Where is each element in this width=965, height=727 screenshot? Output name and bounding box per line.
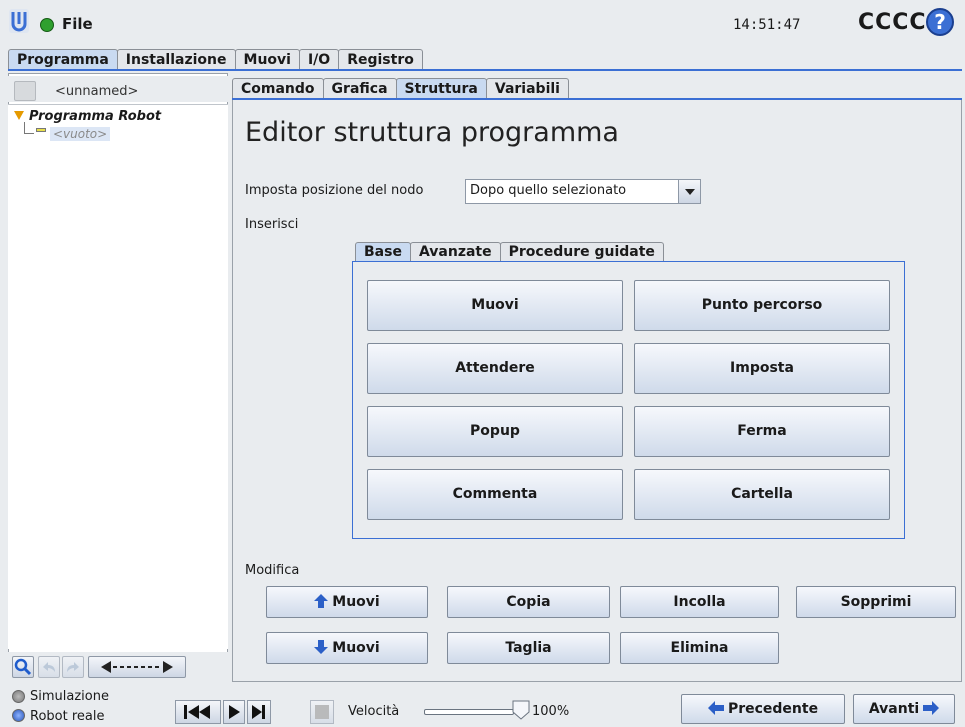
real-robot-radio[interactable] xyxy=(12,709,25,722)
tab-underline xyxy=(8,69,962,71)
insert-tabs: Base Avanzate Procedure guidate xyxy=(355,242,664,262)
program-tree[interactable] xyxy=(8,104,228,649)
tab-struttura[interactable]: Struttura xyxy=(395,78,487,99)
insert-folder-button[interactable]: Cartella xyxy=(634,469,890,520)
next-button[interactable]: Avanti xyxy=(853,694,955,724)
paste-button[interactable]: Incolla xyxy=(620,586,779,618)
tree-root-node[interactable]: Programma Robot xyxy=(29,109,161,124)
arrow-up-icon xyxy=(314,594,329,608)
move-down-label: Muovi xyxy=(332,640,380,656)
node-position-label: Imposta posizione del nodo xyxy=(245,183,424,198)
ur-logo-icon xyxy=(9,9,29,33)
simulation-radio[interactable] xyxy=(12,690,25,703)
top-bar xyxy=(0,0,965,48)
tab-muovi[interactable]: Muovi xyxy=(234,49,300,70)
insert-move-button[interactable]: Muovi xyxy=(367,280,623,331)
insert-set-button[interactable]: Imposta xyxy=(634,343,890,394)
insert-waypoint-button[interactable]: Punto percorso xyxy=(634,280,890,331)
move-up-button[interactable]: Muovi xyxy=(266,586,428,618)
speed-label: Velocità xyxy=(348,704,400,719)
step-button[interactable] xyxy=(247,700,271,724)
delete-button[interactable]: Sopprimi xyxy=(796,586,956,618)
simulation-label[interactable]: Simulazione xyxy=(30,689,109,704)
play-icon xyxy=(229,705,240,719)
tab-io[interactable]: I/O xyxy=(298,49,340,70)
tree-connector xyxy=(24,122,34,134)
search-icon xyxy=(14,658,32,676)
speed-value: 100% xyxy=(532,704,570,719)
skip-back-icon xyxy=(184,705,210,719)
double-arrow-icon xyxy=(101,661,173,673)
save-icon[interactable] xyxy=(14,81,36,101)
expand-triangle-icon[interactable] xyxy=(14,111,24,120)
tab-installazione[interactable]: Installazione xyxy=(116,49,236,70)
arrow-left-icon xyxy=(707,701,724,715)
arrow-right-icon xyxy=(923,701,940,715)
play-button[interactable] xyxy=(223,700,245,724)
node-position-value[interactable]: Dopo quello selezionato xyxy=(470,183,626,198)
chevron-down-icon xyxy=(685,189,695,195)
undo-button[interactable] xyxy=(38,656,60,678)
sub-tabs: Comando Grafica Struttura Variabili xyxy=(232,78,569,99)
page-title: Editor struttura programma xyxy=(245,117,619,148)
move-down-button[interactable]: Muovi xyxy=(266,632,428,664)
tab-avanzate[interactable]: Avanzate xyxy=(409,242,501,262)
copy-button[interactable]: Copia xyxy=(447,586,610,618)
next-label: Avanti xyxy=(868,701,920,717)
expand-collapse-button[interactable] xyxy=(88,656,186,678)
tree-child-node[interactable]: <vuoto> xyxy=(50,127,111,141)
search-button[interactable] xyxy=(12,656,34,678)
empty-node-icon xyxy=(36,128,46,132)
clock: 14:51:47 xyxy=(733,17,801,33)
previous-label: Precedente xyxy=(727,701,819,717)
previous-button[interactable]: Precedente xyxy=(681,694,845,724)
speed-slider-handle[interactable] xyxy=(512,700,530,720)
redo-icon xyxy=(67,662,79,672)
remove-button[interactable]: Elimina xyxy=(620,632,779,664)
real-robot-label[interactable]: Robot reale xyxy=(30,709,104,724)
help-icon[interactable]: ? xyxy=(926,8,954,36)
insert-halt-button[interactable]: Ferma xyxy=(634,406,890,457)
tab-registro[interactable]: Registro xyxy=(338,49,423,70)
tab-variabili[interactable]: Variabili xyxy=(485,78,569,99)
move-up-label: Muovi xyxy=(332,594,380,610)
insert-wait-button[interactable]: Attendere xyxy=(367,343,623,394)
tab-comando[interactable]: Comando xyxy=(232,78,324,99)
insert-comment-button[interactable]: Commenta xyxy=(367,469,623,520)
arrow-down-icon xyxy=(314,640,329,654)
tab-grafica[interactable]: Grafica xyxy=(322,78,397,99)
rewind-button[interactable] xyxy=(175,700,221,724)
undo-icon xyxy=(43,662,55,672)
program-name: <unnamed> xyxy=(55,84,139,99)
tab-base[interactable]: Base xyxy=(355,242,411,262)
tab-procedure-guidate[interactable]: Procedure guidate xyxy=(499,242,664,262)
insert-popup-button[interactable]: Popup xyxy=(367,406,623,457)
redo-button[interactable] xyxy=(62,656,84,678)
cut-button[interactable]: Taglia xyxy=(447,632,610,664)
tab-programma[interactable]: Programma xyxy=(8,49,118,70)
speed-slider-track[interactable] xyxy=(424,709,514,715)
stop-icon xyxy=(315,705,329,719)
stop-button[interactable] xyxy=(310,700,334,724)
file-menu[interactable]: File xyxy=(62,15,93,33)
main-tabs: Programma Installazione Muovi I/O Regist… xyxy=(8,49,423,70)
insert-label: Inserisci xyxy=(245,217,299,232)
modify-label: Modifica xyxy=(245,563,300,578)
step-forward-icon xyxy=(252,705,265,719)
robot-name: CCCC xyxy=(858,10,927,35)
status-ok-icon xyxy=(40,18,54,32)
